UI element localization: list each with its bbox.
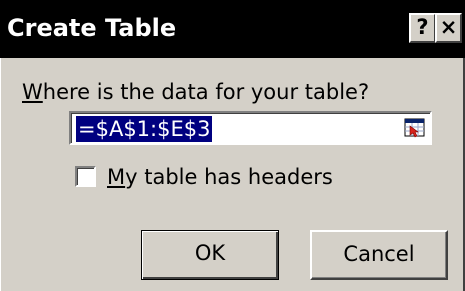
title-bar[interactable]: Create Table ? × bbox=[0, 0, 465, 58]
close-button[interactable]: × bbox=[435, 13, 462, 43]
range-input-value[interactable]: =$A$1:$E$3 bbox=[76, 116, 213, 142]
ok-button[interactable]: OK bbox=[141, 230, 279, 280]
range-collapse-button[interactable] bbox=[404, 117, 426, 139]
create-table-dialog: Create Table ? × Where is the data for y… bbox=[0, 0, 465, 291]
prompt-accelerator: W bbox=[22, 80, 43, 104]
range-prompt-label: Where is the data for your table? bbox=[22, 78, 369, 106]
prompt-text: here is the data for your table? bbox=[42, 80, 370, 104]
range-collapse-icon bbox=[404, 118, 425, 138]
help-button[interactable]: ? bbox=[409, 13, 436, 43]
close-icon: × bbox=[439, 15, 458, 39]
range-input[interactable]: =$A$1:$E$3 bbox=[69, 111, 432, 145]
dialog-title: Create Table bbox=[7, 14, 177, 42]
help-icon: ? bbox=[416, 15, 429, 39]
checkbox-accelerator: M bbox=[107, 165, 126, 189]
headers-checkbox-label[interactable]: My table has headers bbox=[107, 163, 333, 191]
checkbox-text: y table has headers bbox=[125, 165, 333, 189]
headers-checkbox[interactable] bbox=[75, 166, 96, 187]
cancel-button[interactable]: Cancel bbox=[310, 230, 448, 280]
